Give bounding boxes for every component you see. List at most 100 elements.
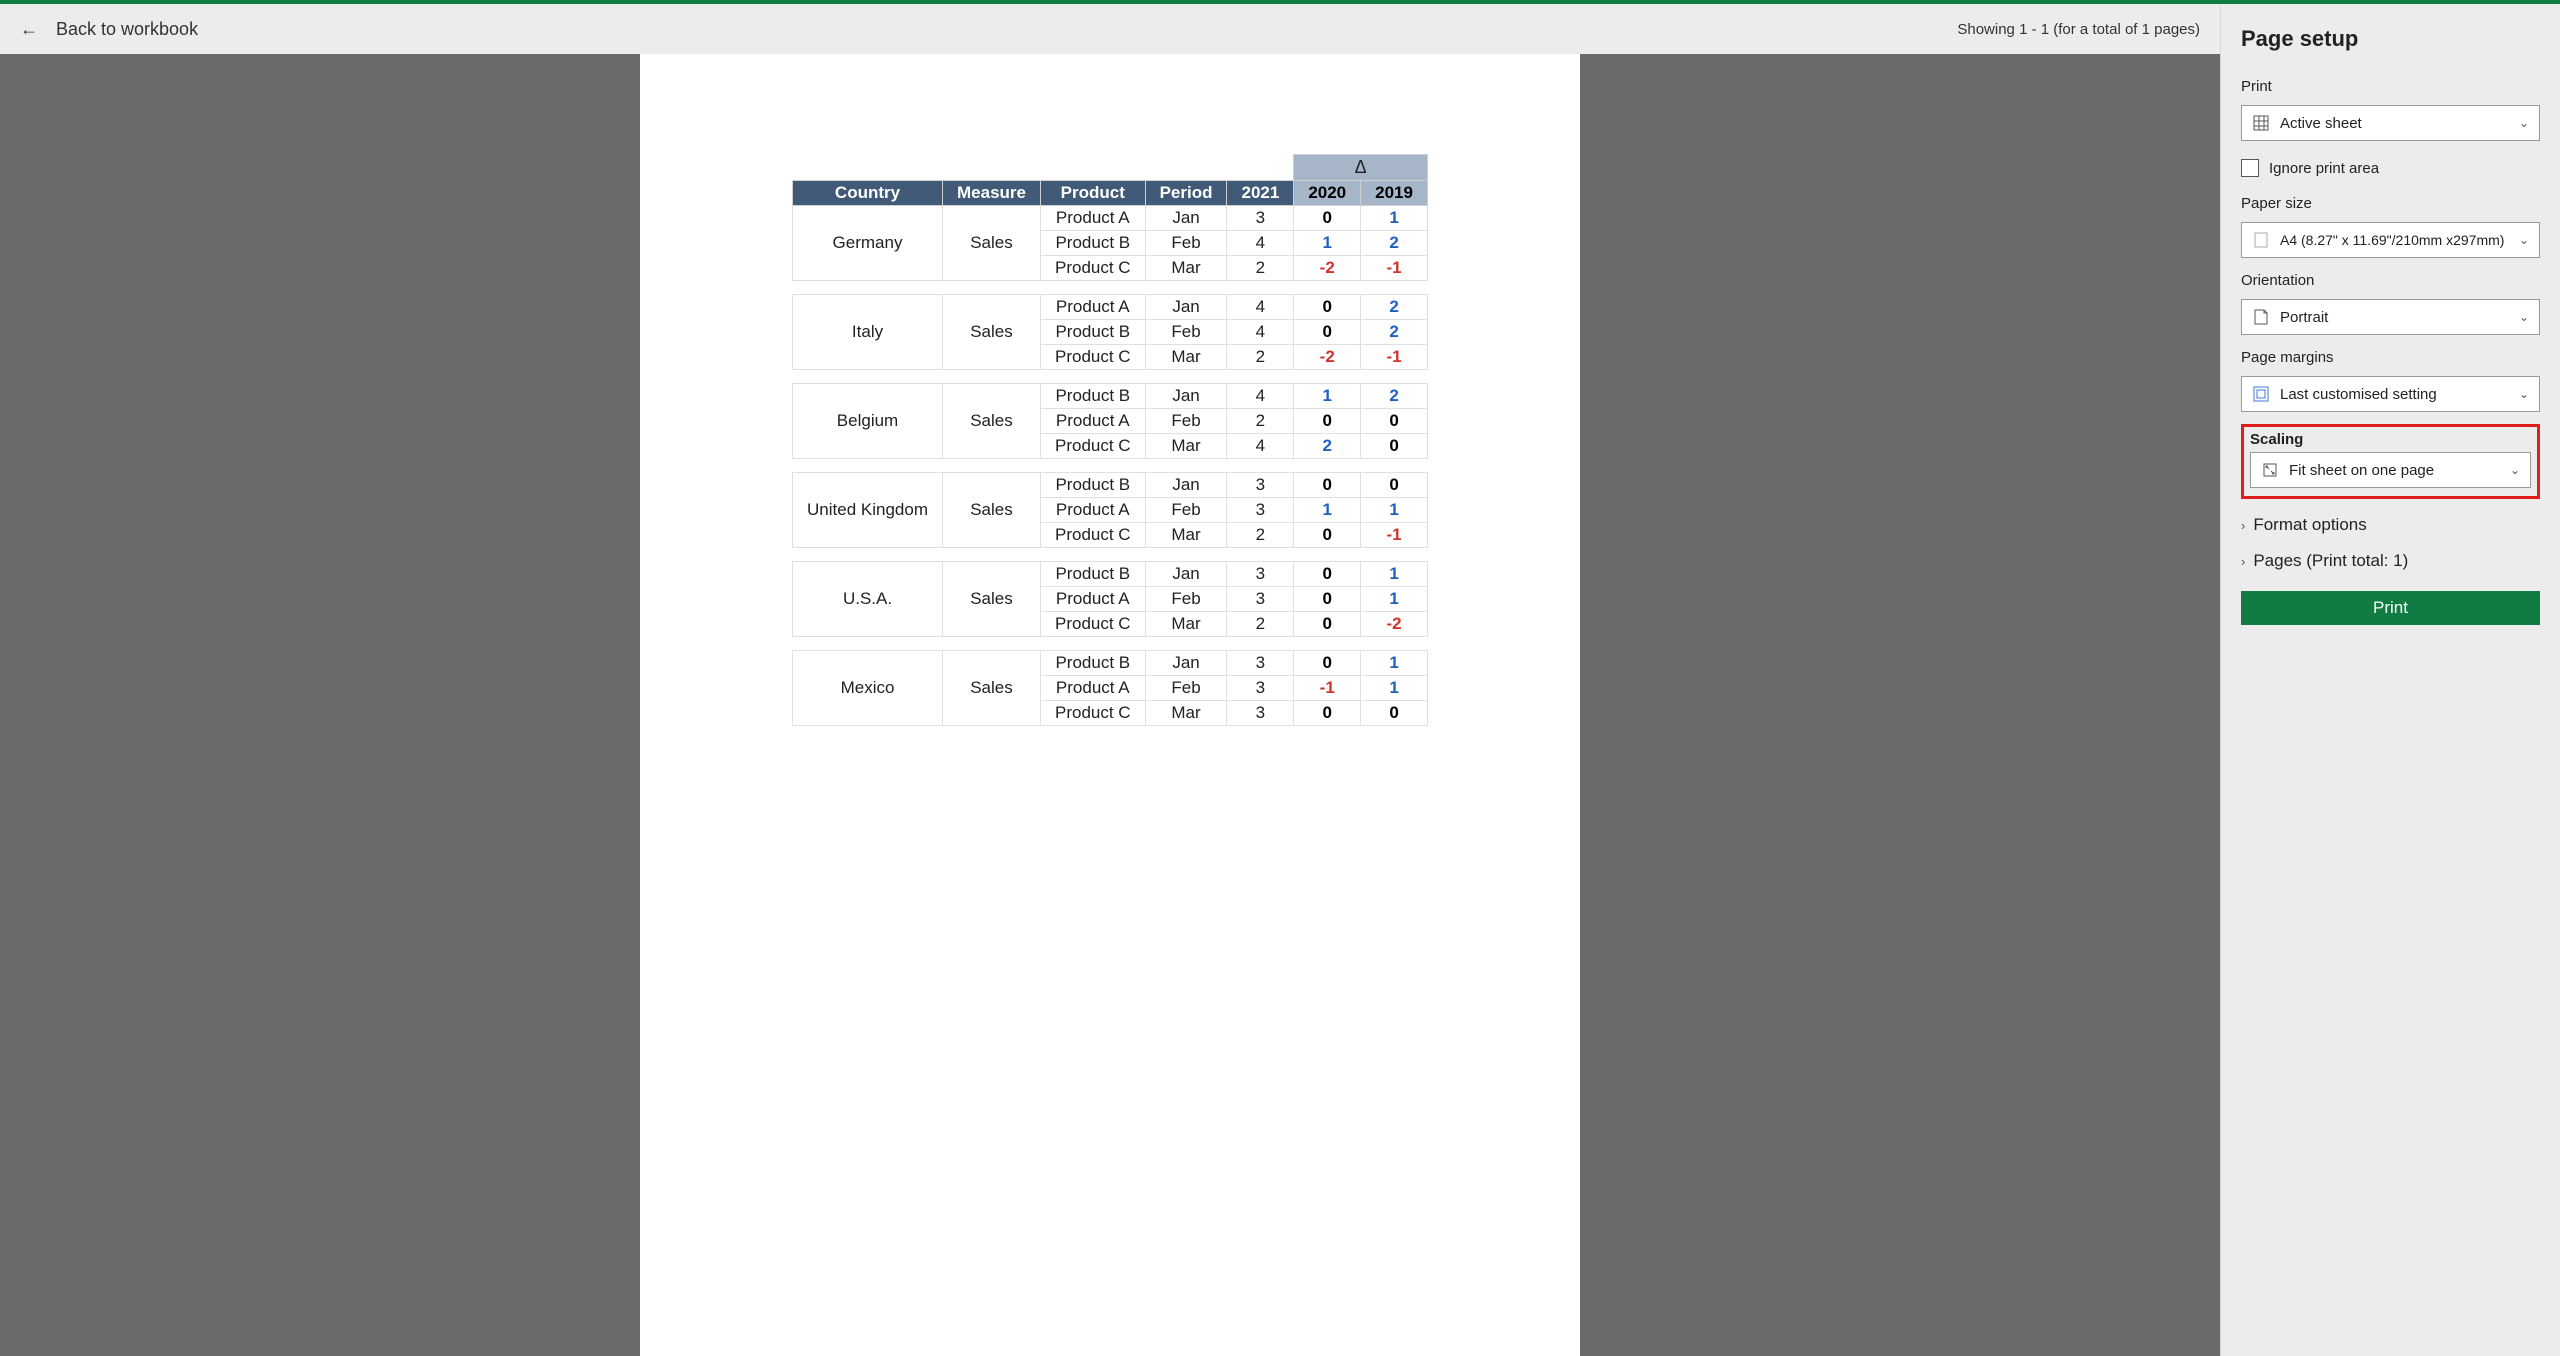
cell-2020: 0 <box>1294 562 1361 587</box>
cell-2019: 1 <box>1361 676 1428 701</box>
cell-2020: 0 <box>1294 523 1361 548</box>
ignore-print-area-checkbox[interactable] <box>2241 159 2259 177</box>
column-header: 2020 <box>1294 181 1361 206</box>
cell-2019: 0 <box>1361 434 1428 459</box>
cell-period: Mar <box>1145 701 1227 726</box>
cell-2021: 3 <box>1227 206 1294 231</box>
cell-2020: 0 <box>1294 587 1361 612</box>
column-header: 2021 <box>1227 181 1294 206</box>
margins-select[interactable]: Last customised setting ⌄ <box>2241 376 2540 412</box>
back-to-workbook-link[interactable]: ← Back to workbook <box>20 19 198 40</box>
panel-title: Page setup <box>2241 26 2540 52</box>
print-preview-area[interactable]: ΔCountryMeasureProductPeriod202120202019… <box>0 54 2220 1356</box>
cell-period: Jan <box>1145 384 1227 409</box>
cell-product: Product C <box>1040 345 1145 370</box>
cell-product: Product B <box>1040 473 1145 498</box>
cell-product: Product B <box>1040 562 1145 587</box>
cell-2020: 0 <box>1294 206 1361 231</box>
scaling-select[interactable]: Fit sheet on one page ⌄ <box>2250 452 2531 488</box>
cell-product: Product C <box>1040 612 1145 637</box>
print-button[interactable]: Print <box>2241 591 2540 625</box>
print-scope-select[interactable]: Active sheet ⌄ <box>2241 105 2540 141</box>
cell-2020: 0 <box>1294 295 1361 320</box>
chevron-down-icon: ⌄ <box>2519 387 2529 401</box>
arrow-left-icon: ← <box>20 19 38 40</box>
cell-period: Jan <box>1145 473 1227 498</box>
cell-country: U.S.A. <box>793 562 943 637</box>
cell-2019: 2 <box>1361 320 1428 345</box>
orientation-value: Portrait <box>2280 309 2328 326</box>
orientation-label: Orientation <box>2241 272 2540 289</box>
cell-2021: 4 <box>1227 384 1294 409</box>
ignore-print-area-label[interactable]: Ignore print area <box>2269 160 2379 177</box>
cell-2019: -1 <box>1361 345 1428 370</box>
cell-2020: 1 <box>1294 231 1361 256</box>
margins-icon <box>2252 385 2270 403</box>
paper-size-select[interactable]: A4 (8.27" x 11.69"/210mm x297mm) ⌄ <box>2241 222 2540 258</box>
cell-period: Feb <box>1145 498 1227 523</box>
pages-expander[interactable]: › Pages (Print total: 1) <box>2241 551 2540 571</box>
cell-product: Product A <box>1040 409 1145 434</box>
table-row: BelgiumSalesProduct BJan412 <box>793 384 1428 409</box>
column-header: 2019 <box>1361 181 1428 206</box>
cell-period: Feb <box>1145 676 1227 701</box>
sheet-preview: ΔCountryMeasureProductPeriod202120202019… <box>640 54 1580 1356</box>
cell-period: Mar <box>1145 523 1227 548</box>
cell-2019: 2 <box>1361 384 1428 409</box>
cell-period: Jan <box>1145 206 1227 231</box>
cell-2021: 2 <box>1227 345 1294 370</box>
format-options-expander[interactable]: › Format options <box>2241 515 2540 535</box>
table-row: ItalySalesProduct AJan402 <box>793 295 1428 320</box>
cell-2019: 2 <box>1361 231 1428 256</box>
page-icon <box>2252 231 2270 249</box>
cell-2019: -1 <box>1361 523 1428 548</box>
cell-period: Feb <box>1145 409 1227 434</box>
orientation-select[interactable]: Portrait ⌄ <box>2241 299 2540 335</box>
scaling-value: Fit sheet on one page <box>2289 462 2434 479</box>
cell-period: Mar <box>1145 612 1227 637</box>
cell-2020: 0 <box>1294 320 1361 345</box>
cell-measure: Sales <box>943 384 1041 459</box>
cell-period: Mar <box>1145 345 1227 370</box>
cell-product: Product B <box>1040 231 1145 256</box>
cell-2019: 1 <box>1361 587 1428 612</box>
column-header: Product <box>1040 181 1145 206</box>
sheet-icon <box>2252 114 2270 132</box>
cell-2021: 4 <box>1227 320 1294 345</box>
cell-2019: -1 <box>1361 256 1428 281</box>
cell-product: Product A <box>1040 295 1145 320</box>
cell-product: Product B <box>1040 320 1145 345</box>
cell-product: Product C <box>1040 434 1145 459</box>
table-row: U.S.A.SalesProduct BJan301 <box>793 562 1428 587</box>
back-label: Back to workbook <box>56 19 198 40</box>
cell-2021: 2 <box>1227 612 1294 637</box>
chevron-down-icon: ⌄ <box>2519 310 2529 324</box>
cell-product: Product C <box>1040 701 1145 726</box>
cell-2020: 2 <box>1294 434 1361 459</box>
column-header: Period <box>1145 181 1227 206</box>
scaling-highlight: Scaling Fit sheet on one page ⌄ <box>2241 424 2540 499</box>
cell-country: United Kingdom <box>793 473 943 548</box>
column-header: Country <box>793 181 943 206</box>
cell-2019: 0 <box>1361 409 1428 434</box>
cell-2020: 0 <box>1294 651 1361 676</box>
cell-product: Product C <box>1040 256 1145 281</box>
cell-2019: 0 <box>1361 701 1428 726</box>
cell-2021: 2 <box>1227 409 1294 434</box>
cell-2020: -2 <box>1294 256 1361 281</box>
preview-header: ← Back to workbook Showing 1 - 1 (for a … <box>0 4 2220 54</box>
chevron-right-icon: › <box>2241 554 2245 569</box>
cell-2020: 0 <box>1294 473 1361 498</box>
table-row: United KingdomSalesProduct BJan300 <box>793 473 1428 498</box>
page-setup-panel: Page setup Print Active sheet ⌄ Ignore p… <box>2220 4 2560 1356</box>
fit-page-icon <box>2261 461 2279 479</box>
format-options-label: Format options <box>2253 515 2366 535</box>
cell-2019: -2 <box>1361 612 1428 637</box>
cell-country: Mexico <box>793 651 943 726</box>
cell-2020: 0 <box>1294 612 1361 637</box>
print-scope-value: Active sheet <box>2280 115 2362 132</box>
cell-2019: 0 <box>1361 473 1428 498</box>
column-header: Measure <box>943 181 1041 206</box>
cell-period: Jan <box>1145 562 1227 587</box>
cell-2019: 1 <box>1361 498 1428 523</box>
